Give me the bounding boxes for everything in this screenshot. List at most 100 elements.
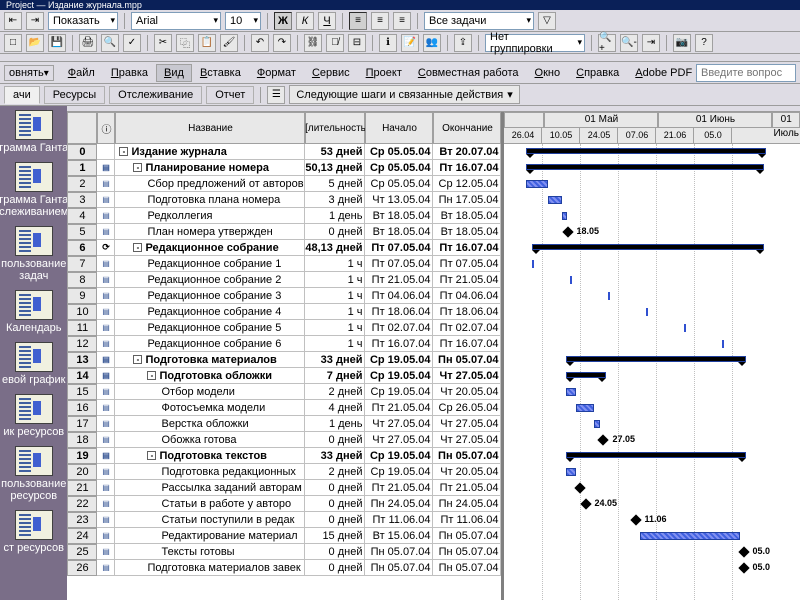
start-cell[interactable]: Пт 07.05.04	[365, 256, 433, 272]
row-number[interactable]: 10	[67, 304, 97, 320]
task-name-cell[interactable]: -Редакционное собрание	[115, 240, 305, 256]
task-name-cell[interactable]: Статьи поступили в редак	[115, 512, 305, 528]
row-number[interactable]: 4	[67, 208, 97, 224]
duration-cell[interactable]: 50,13 дней	[305, 160, 365, 176]
menu-tools[interactable]: Сервис	[304, 64, 358, 82]
gantt-tick-11[interactable]	[684, 324, 686, 332]
view-network[interactable]: евой график	[0, 342, 67, 386]
row-number[interactable]: 15	[67, 384, 97, 400]
end-cell[interactable]: Пн 05.07.04	[433, 528, 501, 544]
task-row[interactable]: 2▤Сбор предложений от авторов5 днейСр 05…	[67, 176, 501, 192]
task-row[interactable]: 19▤-Подготовка текстов33 днейСр 19.05.04…	[67, 448, 501, 464]
italic-button[interactable]: К	[296, 12, 314, 30]
row-number[interactable]: 6	[67, 240, 97, 256]
task-name-cell[interactable]: Рассылка заданий авторам	[115, 480, 305, 496]
duration-cell[interactable]: 1 ч	[305, 304, 365, 320]
end-cell[interactable]: Пт 16.07.04	[433, 240, 501, 256]
row-number[interactable]: 8	[67, 272, 97, 288]
task-row[interactable]: 22▤Статьи в работе у авторо0 днейПн 24.0…	[67, 496, 501, 512]
col-duration[interactable]: [лительность	[305, 112, 365, 144]
start-cell[interactable]: Ср 05.05.04	[365, 144, 433, 160]
gantt-tick-9[interactable]	[608, 292, 610, 300]
start-cell[interactable]: Вт 18.05.04	[365, 224, 433, 240]
gantt-tick-7[interactable]	[532, 260, 534, 268]
task-row[interactable]: 3▤Подготовка плана номера3 днейЧт 13.05.…	[67, 192, 501, 208]
end-cell[interactable]: Пн 24.05.04	[433, 496, 501, 512]
gantt-milestone-5[interactable]	[563, 226, 574, 237]
menu-pdf[interactable]: Adobe PDF	[627, 64, 700, 82]
menu-collab[interactable]: Совместная работа	[410, 64, 527, 82]
task-name-cell[interactable]: -Подготовка обложки	[115, 368, 305, 384]
end-cell[interactable]: Пт 11.06.04	[433, 512, 501, 528]
view-tracking-gantt[interactable]: грамма Ганта слеживанием	[0, 162, 67, 218]
menu-help[interactable]: Справка	[568, 64, 627, 82]
task-row[interactable]: 14▤-Подготовка обложки7 днейСр 19.05.04Ч…	[67, 368, 501, 384]
indent-left-button[interactable]: ⇤	[4, 12, 22, 30]
end-cell[interactable]: Пт 04.06.04	[433, 288, 501, 304]
task-name-cell[interactable]: -Подготовка материалов	[115, 352, 305, 368]
task-name-cell[interactable]: -Издание журнала	[115, 144, 305, 160]
end-cell[interactable]: Вт 20.07.04	[433, 144, 501, 160]
row-number[interactable]: 14	[67, 368, 97, 384]
publish-button[interactable]: ⇪	[454, 34, 472, 52]
zoom-in-button[interactable]: 🔍+	[598, 34, 616, 52]
task-row[interactable]: 9▤Редакционное собрание 31 чПт 04.06.04П…	[67, 288, 501, 304]
end-cell[interactable]: Чт 27.05.04	[433, 432, 501, 448]
notes-button[interactable]: 📝	[401, 34, 419, 52]
end-cell[interactable]: Чт 27.05.04	[433, 368, 501, 384]
start-cell[interactable]: Чт 13.05.04	[365, 192, 433, 208]
end-cell[interactable]: Чт 27.05.04	[433, 416, 501, 432]
task-name-cell[interactable]: Редакционное собрание 5	[115, 320, 305, 336]
end-cell[interactable]: Пт 16.07.04	[433, 336, 501, 352]
task-name-cell[interactable]: Редактирование материал	[115, 528, 305, 544]
format-painter-button[interactable]: 🖌	[220, 34, 238, 52]
task-name-cell[interactable]: Редакционное собрание 4	[115, 304, 305, 320]
gantt-summary-19[interactable]	[566, 452, 746, 458]
task-row[interactable]: 20▤Подготовка редакционных2 днейСр 19.05…	[67, 464, 501, 480]
start-cell[interactable]: Ср 05.05.04	[365, 160, 433, 176]
font-combo[interactable]: Arial	[131, 12, 221, 30]
task-row[interactable]: 7▤Редакционное собрание 11 чПт 07.05.04П…	[67, 256, 501, 272]
duration-cell[interactable]: 1 день	[305, 416, 365, 432]
row-number[interactable]: 0	[67, 144, 97, 160]
duration-cell[interactable]: 1 день	[305, 208, 365, 224]
new-button[interactable]: □	[4, 34, 22, 52]
start-cell[interactable]: Пт 07.05.04	[365, 240, 433, 256]
start-cell[interactable]: Вт 15.06.04	[365, 528, 433, 544]
menu-window[interactable]: Окно	[527, 64, 569, 82]
start-cell[interactable]: Пт 18.06.04	[365, 304, 433, 320]
task-row[interactable]: 10▤Редакционное собрание 41 чПт 18.06.04…	[67, 304, 501, 320]
task-row[interactable]: 0-Издание журнала53 днейСр 05.05.04Вт 20…	[67, 144, 501, 160]
copy-picture-button[interactable]: 📷	[673, 34, 691, 52]
menu-insert[interactable]: Вставка	[192, 64, 249, 82]
row-number[interactable]: 19	[67, 448, 97, 464]
gantt-tick-8[interactable]	[570, 276, 572, 284]
task-name-cell[interactable]: Верстка обложки	[115, 416, 305, 432]
task-row[interactable]: 15▤Отбор модели2 днейСр 19.05.04Чт 20.05…	[67, 384, 501, 400]
row-number[interactable]: 16	[67, 400, 97, 416]
task-row[interactable]: 13▤-Подготовка материалов33 днейСр 19.05…	[67, 352, 501, 368]
start-cell[interactable]: Пт 04.06.04	[365, 288, 433, 304]
gantt-milestone-23[interactable]	[631, 514, 642, 525]
start-cell[interactable]: Пт 11.06.04	[365, 512, 433, 528]
bold-button[interactable]: Ж	[274, 12, 292, 30]
end-cell[interactable]: Пн 05.07.04	[433, 560, 501, 576]
col-end[interactable]: Окончание	[433, 112, 501, 144]
task-name-cell[interactable]: -Планирование номера	[115, 160, 305, 176]
tab-tracking[interactable]: Отслеживание	[109, 86, 202, 104]
task-name-cell[interactable]: Редакционное собрание 3	[115, 288, 305, 304]
gantt-chart[interactable]: 01 Май 01 Июнь 01 Июль 26.04 10.05 24.05…	[504, 112, 800, 600]
duration-cell[interactable]: 2 дней	[305, 464, 365, 480]
align-center-button[interactable]: ≡	[371, 12, 389, 30]
task-row[interactable]: 6⟳-Редакционное собрание48,13 днейПт 07.…	[67, 240, 501, 256]
paste-button[interactable]: 📋	[198, 34, 216, 52]
task-row[interactable]: 24▤Редактирование материал15 днейВт 15.0…	[67, 528, 501, 544]
task-name-cell[interactable]: Редакционное собрание 2	[115, 272, 305, 288]
gantt-bar-15[interactable]	[566, 388, 576, 396]
end-cell[interactable]: Пт 21.05.04	[433, 272, 501, 288]
undo-button[interactable]: ↶	[251, 34, 269, 52]
duration-cell[interactable]: 1 ч	[305, 336, 365, 352]
task-row[interactable]: 11▤Редакционное собрание 51 чПт 02.07.04…	[67, 320, 501, 336]
start-cell[interactable]: Чт 27.05.04	[365, 416, 433, 432]
row-number[interactable]: 20	[67, 464, 97, 480]
